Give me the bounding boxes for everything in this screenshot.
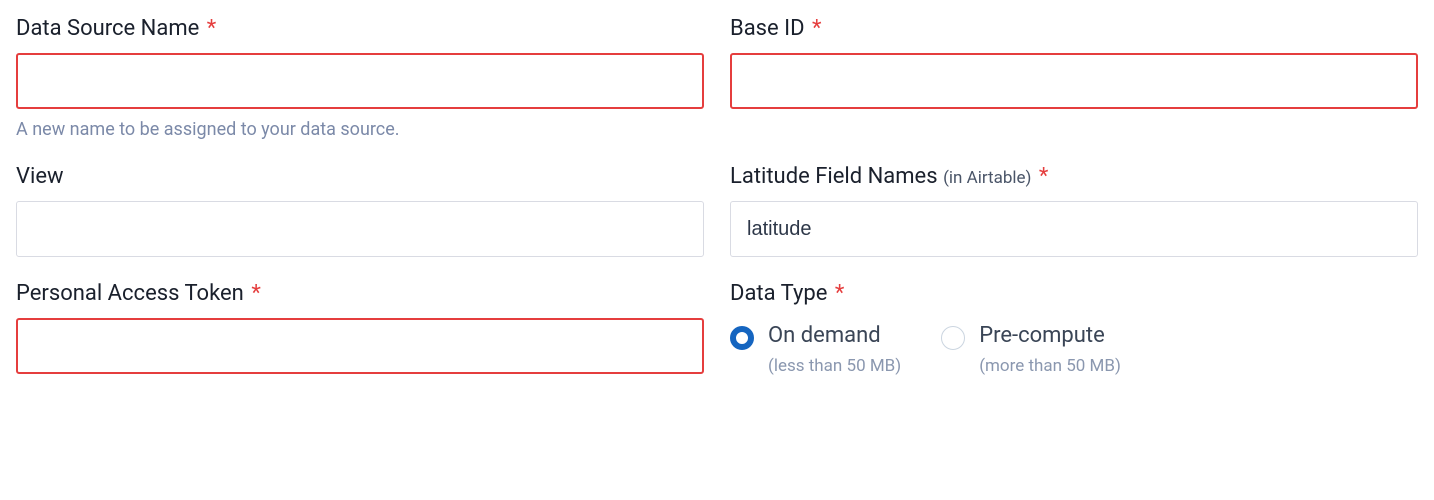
data-type-label: Data Type * <box>730 281 1418 306</box>
radio-circle-icon <box>730 326 754 350</box>
data-source-name-label-text: Data Source Name <box>16 16 199 41</box>
required-marker: * <box>207 16 216 41</box>
radio-hint-pre-compute: (more than 50 MB) <box>979 356 1121 376</box>
radio-label-on-demand: On demand <box>768 322 901 350</box>
radio-label-pre-compute: Pre-compute <box>979 322 1121 350</box>
field-base-id: Base ID * <box>730 16 1418 140</box>
base-id-label: Base ID * <box>730 16 1418 41</box>
required-marker: * <box>251 281 260 306</box>
data-type-radio-group: On demand (less than 50 MB) Pre-compute … <box>730 318 1418 376</box>
view-label: View <box>16 164 704 189</box>
latitude-field-names-sublabel: (in Airtable) <box>943 168 1031 188</box>
base-id-input[interactable] <box>730 53 1418 109</box>
required-marker: * <box>812 16 821 41</box>
data-source-name-help: A new name to be assigned to your data s… <box>16 119 704 140</box>
personal-access-token-input[interactable] <box>16 318 704 374</box>
radio-text: Pre-compute (more than 50 MB) <box>979 322 1121 376</box>
radio-option-on-demand[interactable]: On demand (less than 50 MB) <box>730 322 901 376</box>
data-type-label-text: Data Type <box>730 281 827 306</box>
form-grid: Data Source Name * A new name to be assi… <box>16 16 1418 400</box>
data-source-name-label: Data Source Name * <box>16 16 704 41</box>
base-id-label-text: Base ID <box>730 16 805 41</box>
field-data-type: Data Type * On demand (less than 50 MB) … <box>730 281 1418 376</box>
personal-access-token-label: Personal Access Token * <box>16 281 704 306</box>
required-marker: * <box>1039 164 1048 189</box>
required-marker: * <box>835 281 844 306</box>
radio-circle-icon <box>941 326 965 350</box>
field-data-source-name: Data Source Name * A new name to be assi… <box>16 16 704 140</box>
data-source-name-input[interactable] <box>16 53 704 109</box>
latitude-field-names-label: Latitude Field Names (in Airtable) * <box>730 164 1418 189</box>
field-latitude-field-names: Latitude Field Names (in Airtable) * <box>730 164 1418 257</box>
latitude-field-names-label-text: Latitude Field Names <box>730 164 938 189</box>
radio-option-pre-compute[interactable]: Pre-compute (more than 50 MB) <box>941 322 1121 376</box>
view-input[interactable] <box>16 201 704 257</box>
latitude-field-names-input[interactable] <box>730 201 1418 257</box>
view-label-text: View <box>16 164 64 189</box>
radio-hint-on-demand: (less than 50 MB) <box>768 356 901 376</box>
field-view: View <box>16 164 704 257</box>
field-personal-access-token: Personal Access Token * <box>16 281 704 376</box>
radio-text: On demand (less than 50 MB) <box>768 322 901 376</box>
personal-access-token-label-text: Personal Access Token <box>16 281 244 306</box>
